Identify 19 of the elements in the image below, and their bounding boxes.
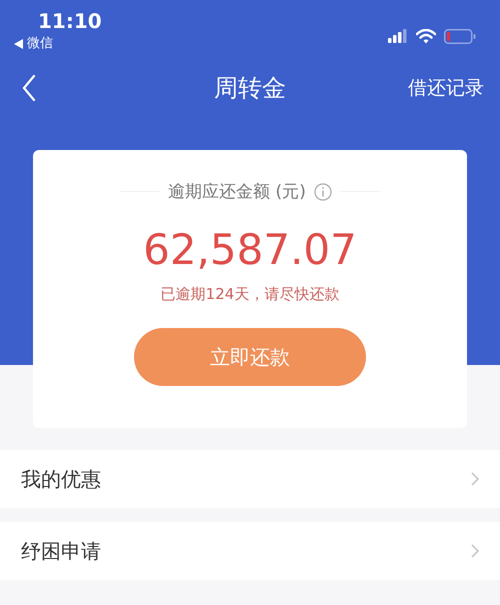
- history-link[interactable]: 借还记录: [408, 75, 484, 101]
- overdue-amount: 62,587.07: [143, 225, 357, 275]
- menu-item-label: 纾困申请: [21, 538, 101, 564]
- status-time: 11:10: [38, 8, 102, 34]
- signal-icon: [388, 29, 408, 43]
- back-to-app-link[interactable]: 微信: [27, 34, 53, 54]
- chevron-right-icon: [470, 543, 480, 559]
- back-triangle-icon: [14, 39, 23, 49]
- page-title: 周转金: [214, 73, 286, 104]
- back-chevron-icon: [22, 75, 36, 101]
- back-button[interactable]: [22, 75, 36, 101]
- menu-item[interactable]: 我的优惠: [0, 450, 500, 508]
- amount-label: 逾期应还金额 (元): [168, 181, 306, 203]
- wifi-icon: [416, 28, 436, 44]
- overdue-notice: 已逾期124天，请尽快还款: [160, 285, 340, 304]
- menu-item-label: 我的优惠: [21, 466, 101, 492]
- battery-icon: [444, 28, 476, 44]
- menu-item[interactable]: 纾困申请: [0, 522, 500, 580]
- chevron-right-icon: [470, 471, 480, 487]
